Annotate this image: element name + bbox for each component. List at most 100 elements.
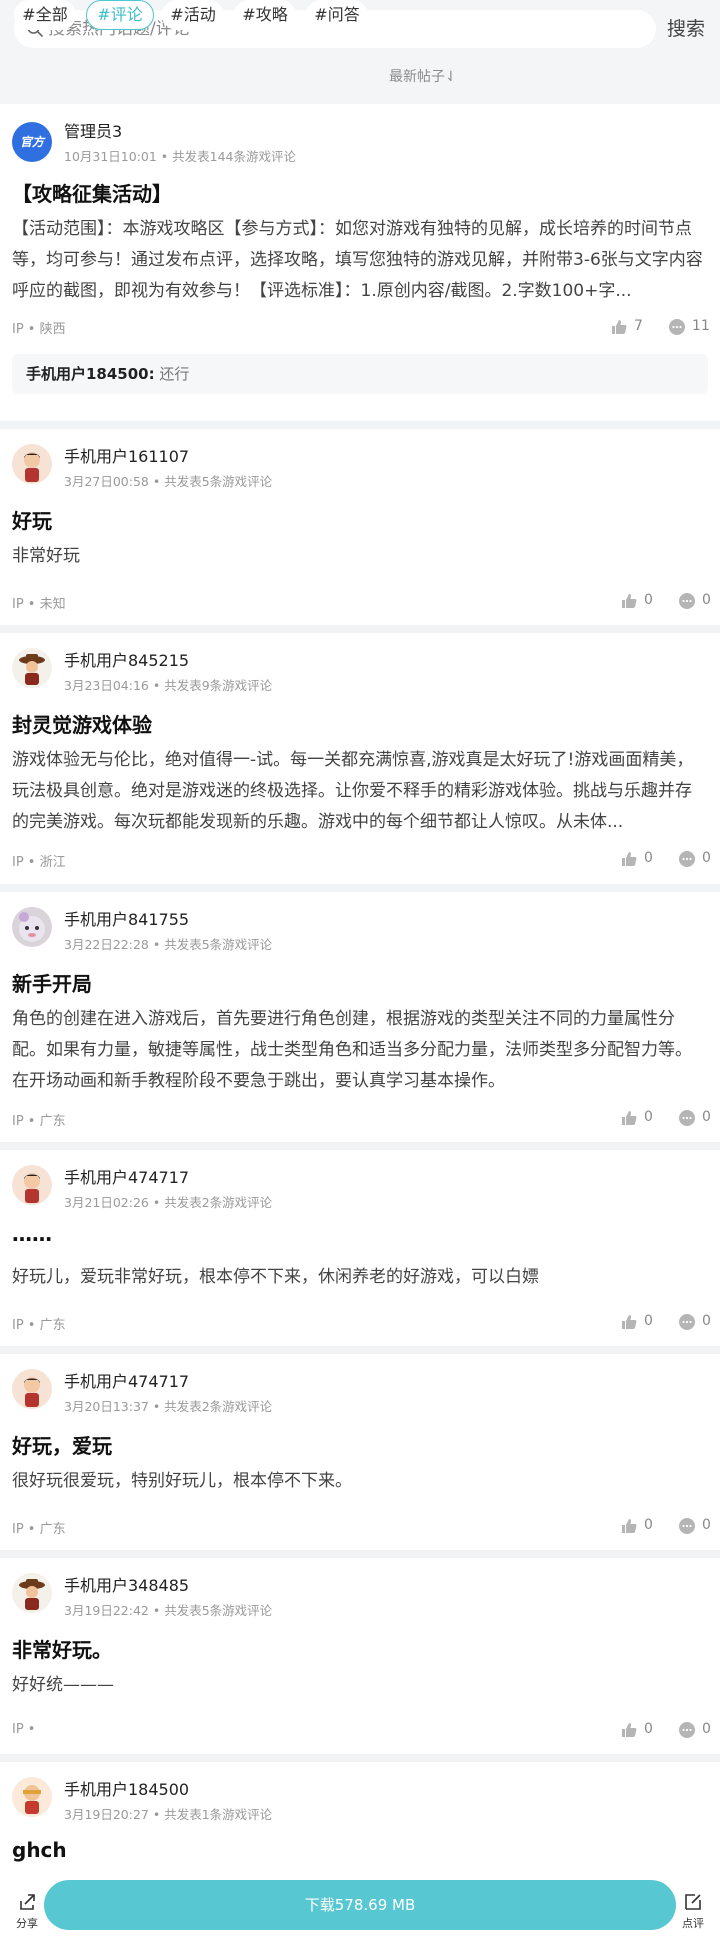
edit-icon (685, 1894, 701, 1910)
top-bar: 搜索热门话题/评论 搜索 #全部 #评论 #活动 #攻略 #问答 最新帖子⇃ (0, 0, 720, 104)
comment-icon (679, 1518, 695, 1534)
share-button[interactable]: 分享 (12, 1892, 42, 1931)
user-avatar (12, 1165, 52, 1205)
thumbs-up-icon (622, 1723, 637, 1737)
user-avatar (12, 648, 52, 688)
post-card[interactable]: 官方 管理员3 10月31日10:01 • 共发表144条游戏评论 【攻略征集活… (0, 104, 720, 421)
thumbs-up-icon (622, 1111, 637, 1125)
post-card[interactable]: 手机用户474717 3月20日13:37 • 共发表2条游戏评论 好玩，爱玩 … (0, 1354, 720, 1550)
comment-button[interactable]: 0 (678, 849, 720, 871)
comment-button[interactable]: 0 (678, 1108, 720, 1130)
username[interactable]: 手机用户184500 (64, 1776, 189, 1800)
post-card[interactable]: 手机用户841755 3月22日22:28 • 共发表5条游戏评论 新手开局 角… (0, 892, 720, 1142)
post-meta: 3月23日04:16 • 共发表9条游戏评论 (64, 678, 273, 693)
username[interactable]: 手机用户348485 (64, 1572, 189, 1596)
cowboy-character-icon (19, 654, 45, 685)
user-avatar (12, 907, 52, 947)
thumbs-up-icon (622, 1519, 637, 1533)
like-button[interactable]: 0 (620, 849, 680, 871)
share-icon (20, 1894, 35, 1910)
comment-button[interactable]: 0 (678, 1312, 720, 1334)
post-title: …… (12, 1222, 52, 1246)
comment-button[interactable]: 0 (678, 1516, 720, 1538)
sort-dropdown[interactable]: 最新帖子⇃ (389, 66, 457, 86)
post-body: 好好统——— (12, 1675, 114, 1695)
comment-count: 0 (702, 850, 711, 866)
post-meta: 3月19日22:42 • 共发表5条游戏评论 (64, 1603, 273, 1618)
post-body: 好玩儿，爱玩非常好玩，根本停不下来，休闲养老的好游戏，可以白嫖 (12, 1267, 539, 1287)
like-count: 0 (644, 1109, 653, 1125)
post-meta: 3月19日20:27 • 共发表1条游戏评论 (64, 1807, 273, 1822)
like-button[interactable]: 7 (610, 317, 670, 339)
username[interactable]: 手机用户474717 (64, 1368, 189, 1392)
post-card[interactable]: 手机用户474717 3月21日02:26 • 共发表2条游戏评论 …… 好玩儿… (0, 1150, 720, 1346)
user-avatar (12, 1777, 52, 1817)
comment-icon (669, 319, 685, 335)
post-body: 非常好玩 (12, 546, 80, 566)
like-button[interactable]: 0 (620, 1720, 680, 1742)
thumbs-up-icon (622, 594, 637, 608)
tab-qa[interactable]: #问答 (306, 0, 368, 30)
cowboy-character-icon (19, 1579, 45, 1610)
comment-count: 0 (702, 1517, 711, 1533)
username[interactable]: 管理员3 (64, 118, 122, 142)
post-body: 角色的创建在进入游戏后，首先要进行角色创建，根据游戏的类型关注不同的力量属性分配… (12, 1009, 692, 1091)
username[interactable]: 手机用户474717 (64, 1164, 189, 1188)
comment-button[interactable]: 0 (678, 1720, 720, 1742)
review-button[interactable]: 点评 (678, 1892, 708, 1931)
download-button[interactable]: 下载578.69 MB (44, 1880, 676, 1930)
tab-guides[interactable]: #攻略 (234, 0, 296, 30)
username[interactable]: 手机用户161107 (64, 443, 189, 467)
comment-button[interactable]: 11 (668, 317, 720, 339)
like-button[interactable]: 0 (620, 1108, 680, 1130)
reply-text: 还行 (159, 365, 190, 383)
ip-location: IP • 未知 (12, 597, 66, 612)
like-count: 0 (644, 850, 653, 866)
post-title: 【攻略征集活动】 (12, 182, 172, 206)
like-count: 0 (644, 1313, 653, 1329)
comment-icon (679, 1110, 695, 1126)
like-button[interactable]: 0 (620, 1312, 680, 1334)
official-badge: 官方 (19, 135, 44, 149)
cartoon-face-icon (24, 1173, 40, 1203)
post-title: 好玩，爱玩 (12, 1434, 112, 1458)
post-meta: 3月21日02:26 • 共发表2条游戏评论 (64, 1195, 273, 1210)
tab-all[interactable]: #全部 (14, 0, 76, 30)
username[interactable]: 手机用户845215 (64, 647, 189, 671)
like-count: 0 (644, 1721, 653, 1737)
like-count: 7 (634, 318, 643, 334)
like-button[interactable]: 0 (620, 1516, 680, 1538)
post-meta: 3月20日13:37 • 共发表2条游戏评论 (64, 1399, 273, 1414)
official-avatar: 官方 (12, 122, 52, 162)
tab-events[interactable]: #活动 (162, 0, 224, 30)
share-label: 分享 (16, 1917, 38, 1930)
comment-count: 0 (702, 592, 711, 608)
reply-preview[interactable]: 手机用户184500: 还行 (12, 354, 708, 394)
thumbs-up-icon (612, 320, 627, 334)
post-title: 好玩 (12, 509, 52, 533)
like-count: 0 (644, 1517, 653, 1533)
comment-icon (679, 1722, 695, 1738)
post-card[interactable]: 手机用户845215 3月23日04:16 • 共发表9条游戏评论 封灵觉游戏体… (0, 633, 720, 884)
ip-location: IP • 广东 (12, 1522, 66, 1537)
tab-reviews[interactable]: #评论 (86, 0, 154, 30)
username[interactable]: 手机用户841755 (64, 906, 189, 930)
post-body: 【活动范围】：本游戏攻略区【参与方式】：如您对游戏有独特的见解，成长培养的时间节… (12, 219, 703, 301)
comment-count: 0 (702, 1109, 711, 1125)
review-label: 点评 (682, 1917, 704, 1930)
post-card[interactable]: 手机用户348485 3月19日22:42 • 共发表5条游戏评论 非常好玩。 … (0, 1558, 720, 1754)
comment-icon (679, 1314, 695, 1330)
post-title: ghch (12, 1838, 67, 1862)
user-avatar (12, 444, 52, 484)
post-card[interactable]: 手机用户161107 3月27日00:58 • 共发表5条游戏评论 好玩 非常好… (0, 429, 720, 625)
comment-count: 0 (702, 1313, 711, 1329)
post-title: 非常好玩。 (12, 1638, 112, 1662)
comment-button[interactable]: 0 (678, 591, 720, 613)
ninja-character-icon (23, 1785, 41, 1814)
comment-icon (679, 851, 695, 867)
search-button[interactable]: 搜索 (667, 10, 705, 48)
user-avatar (12, 1369, 52, 1409)
thumbs-up-icon (622, 1315, 637, 1329)
ip-location: IP • 浙江 (12, 855, 66, 870)
like-button[interactable]: 0 (620, 591, 680, 613)
